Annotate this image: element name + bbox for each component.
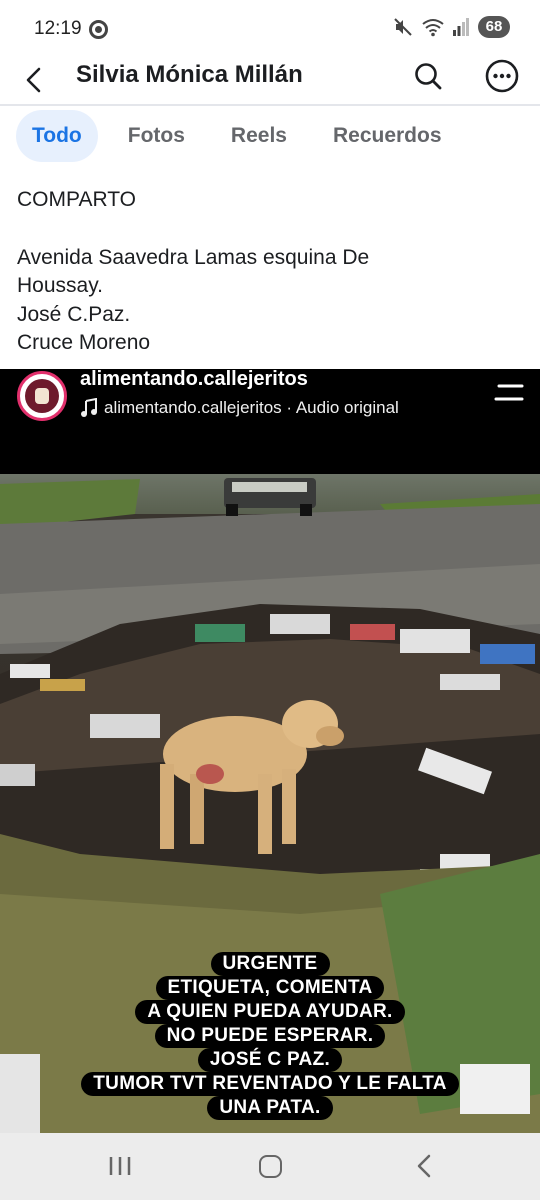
caption-line: TUMOR TVT REVENTADO Y LE FALTA — [81, 1072, 459, 1096]
reel-account-name[interactable]: alimentando.callejeritos — [80, 369, 308, 391]
post-line: COMPARTO — [17, 188, 137, 211]
post-line: Houssay. — [17, 274, 103, 297]
tab-recuerdos[interactable]: Recuerdos — [317, 110, 458, 162]
sync-icon — [89, 20, 108, 39]
page-title: Silvia Mónica Millán — [76, 61, 303, 88]
account-avatar[interactable] — [17, 371, 67, 421]
header-divider — [0, 104, 540, 106]
status-time: 12:19 — [34, 18, 82, 39]
avatar-logo-icon — [25, 379, 59, 413]
music-note-icon — [81, 398, 97, 417]
back-arrow-icon[interactable] — [22, 62, 46, 98]
tab-todo[interactable]: Todo — [16, 110, 98, 162]
status-icons: 68 — [393, 16, 510, 38]
battery-icon: 68 — [478, 16, 510, 38]
wifi-icon — [422, 19, 444, 37]
reel-video[interactable]: alimentando.callejeritos alimentando.cal… — [0, 369, 540, 1133]
home-icon[interactable] — [259, 1155, 282, 1178]
caption-line: URGENTE — [210, 952, 330, 976]
filter-tabs: Todo Fotos Reels Recuerdos — [16, 110, 472, 162]
nav-back-icon[interactable] — [414, 1153, 434, 1179]
search-icon[interactable] — [412, 60, 444, 92]
caption-line: A QUIEN PUEDA AYUDAR. — [135, 1000, 405, 1024]
recent-apps-icon[interactable] — [108, 1154, 132, 1178]
post-line: Avenida Saavedra Lamas esquina De — [17, 245, 370, 269]
post-text: COMPARTO Avenida Saavedra Lamas esquina … — [17, 186, 517, 358]
reel-caption: URGENTE ETIQUETA, COMENTA A QUIEN PUEDA … — [0, 952, 540, 1120]
caption-line: JOSÉ C PAZ. — [197, 1048, 343, 1072]
system-nav-bar — [0, 1133, 540, 1200]
more-options-icon[interactable] — [484, 58, 520, 94]
post-line-break — [17, 215, 517, 244]
post-line: Cruce Moreno — [17, 331, 151, 354]
caption-line: NO PUEDE ESPERAR. — [154, 1024, 386, 1048]
post-line: José C.Paz. — [17, 302, 131, 326]
tab-fotos[interactable]: Fotos — [112, 110, 201, 162]
signal-icon — [453, 18, 469, 36]
header-bar: Silvia Mónica Millán — [0, 56, 540, 106]
status-bar: 12:19 68 — [0, 0, 540, 56]
caption-line: ETIQUETA, COMENTA — [155, 976, 385, 1000]
menu-icon[interactable] — [494, 383, 524, 403]
reel-header-overlay: alimentando.callejeritos alimentando.cal… — [0, 369, 540, 474]
mute-icon — [394, 18, 412, 36]
caption-line: UNA PATA. — [207, 1096, 333, 1120]
tab-reels[interactable]: Reels — [215, 110, 303, 162]
reel-audio-info[interactable]: alimentando.callejeritos · Audio origina… — [104, 398, 399, 418]
